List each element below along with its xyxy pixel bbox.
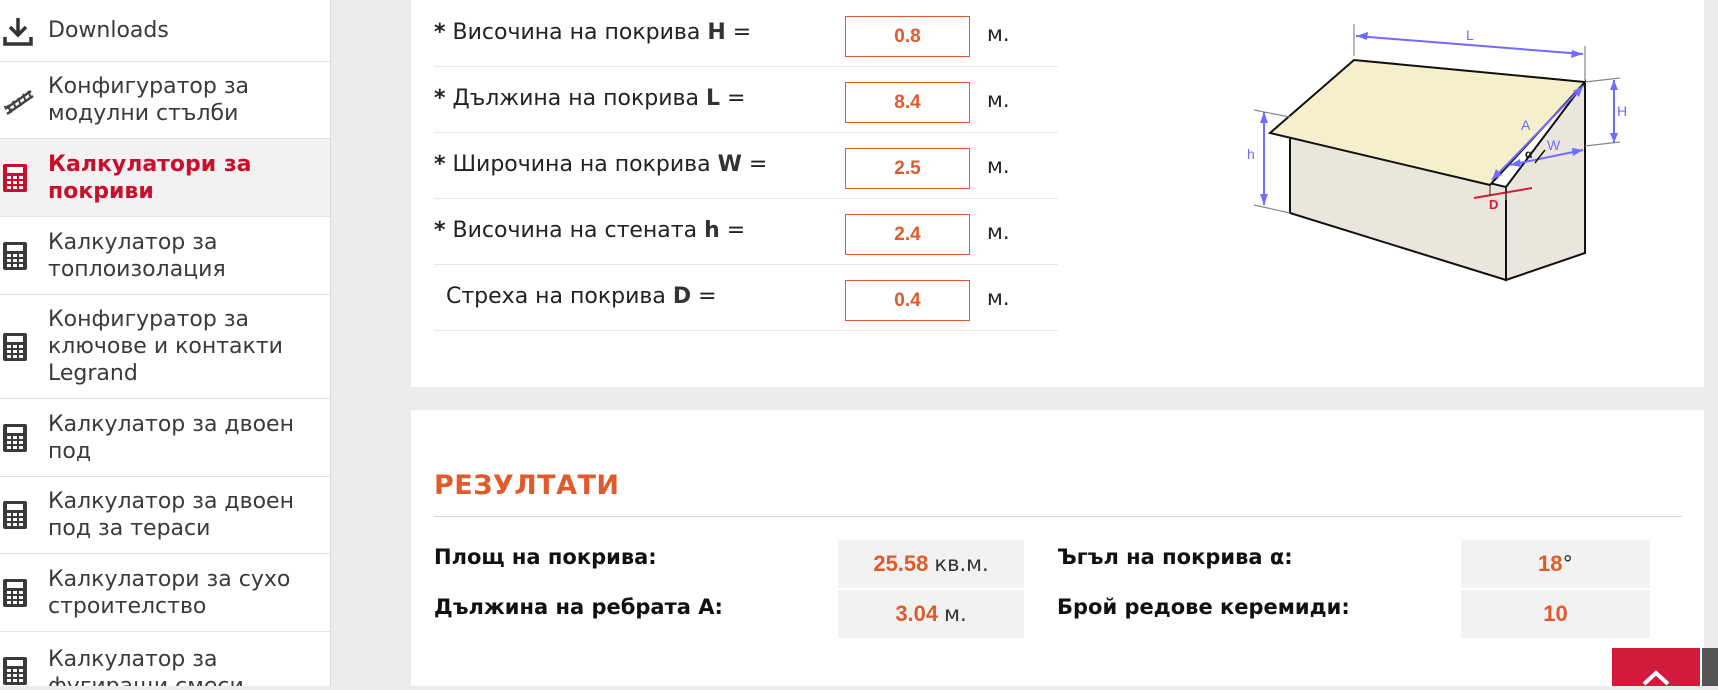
stairs-icon — [0, 83, 48, 117]
roof-angle-label: Ъгъл на покрива α: — [1057, 545, 1293, 569]
rafter-length-label: Дължина на ребрата А: — [434, 595, 723, 619]
roof-area-value: 25.58 — [873, 551, 929, 576]
diagram-label-A: A — [1521, 117, 1531, 133]
sidebar-item-label: Калкулатор за топлоизолация — [48, 229, 226, 282]
input-row-roof-eave: Стреха на покрива D = м. — [434, 266, 1058, 331]
results-title: РЕЗУЛТАТИ — [434, 470, 620, 501]
wall-height-input[interactable] — [845, 214, 970, 255]
roof-eave-label: Стреха на покрива D = — [446, 284, 717, 309]
diagram-label-h: h — [1247, 146, 1255, 162]
input-row-roof-width: * Широчина на покрива W = м. — [434, 134, 1058, 199]
sidebar-item-downloads[interactable]: Downloads — [0, 0, 330, 62]
calculator-icon — [0, 646, 48, 686]
unit-label: м. — [987, 286, 1010, 310]
wall-height-label: * Височина на стената h = — [434, 218, 746, 243]
scroll-to-top-button[interactable] — [1612, 648, 1700, 686]
sidebar-item-grouts[interactable]: Калкулатор за фугиращи смеси — [0, 632, 330, 686]
roof-height-input[interactable] — [845, 16, 970, 57]
calculator-icon — [0, 423, 48, 453]
sidebar-item-label: Конфигуратор за ключове и контакти Legra… — [48, 307, 283, 386]
download-icon — [0, 15, 48, 47]
sidebar-item-double-floor[interactable]: Калкулатор за двоен под — [0, 399, 330, 477]
sidebar-item-label: Downloads — [48, 18, 169, 43]
results-divider — [434, 516, 1682, 517]
roof-area-label: Площ на покрива: — [434, 545, 657, 569]
rafter-length-result: 3.04 м. — [838, 590, 1024, 638]
calculator-icon — [0, 332, 48, 362]
calculator-icon — [0, 578, 48, 608]
roof-area-result: 25.58 кв.м. — [838, 540, 1024, 588]
diagram-label-W: W — [1547, 137, 1561, 153]
roof-height-label: * Височина на покрива H = — [434, 20, 752, 45]
chevron-up-icon — [1642, 670, 1670, 686]
input-row-roof-length: * Дължина на покрива L = м. — [434, 68, 1058, 133]
tile-rows-result: 10 — [1461, 590, 1650, 638]
diagram-label-L: L — [1466, 27, 1474, 43]
sidebar-item-stairs-configurator[interactable]: Конфигуратор за модулни стълби — [0, 62, 330, 139]
diagram-label-alpha: α — [1525, 147, 1533, 161]
rafter-length-value: 3.04 — [895, 601, 939, 626]
roof-length-input[interactable] — [845, 82, 970, 123]
calculator-icon — [0, 163, 48, 193]
sidebar-item-label: Калкулатор за двоен под — [48, 411, 294, 464]
diagram-label-D: D — [1489, 197, 1498, 212]
calculator-icon — [0, 241, 48, 271]
roof-angle-result: 18 ° — [1461, 540, 1650, 588]
sidebar-item-thermal-insulation[interactable]: Калкулатор за топлоизолация — [0, 217, 330, 295]
sidebar-item-roof-calculators[interactable]: Калкулатори за покриви — [0, 139, 330, 217]
sidebar-item-label: Калкулатори за покриви — [48, 151, 252, 204]
sidebar-item-label: Калкулатор за двоен под за тераси — [48, 489, 294, 541]
roof-width-label: * Широчина на покрива W = — [434, 152, 768, 177]
sidebar-item-legrand-configurator[interactable]: Конфигуратор за ключове и контакти Legra… — [0, 295, 330, 399]
roof-eave-input[interactable] — [845, 280, 970, 321]
sidebar-item-label: Калкулатор за фугиращи смеси — [48, 647, 244, 686]
sidebar-item-double-floor-terraces[interactable]: Калкулатор за двоен под за тераси — [0, 477, 330, 554]
input-row-wall-height: * Височина на стената h = м. — [434, 200, 1058, 265]
unit-label: м. — [987, 22, 1010, 46]
tile-rows-value: 10 — [1543, 601, 1568, 626]
unit-label: м. — [987, 220, 1010, 244]
tile-rows-label: Брой редове керемиди: — [1057, 595, 1350, 619]
sidebar-item-label: Конфигуратор за модулни стълби — [48, 74, 250, 126]
input-row-roof-height: * Височина на покрива H = м. — [434, 2, 1058, 67]
roof-width-input[interactable] — [845, 148, 970, 189]
diagram-label-H: H — [1617, 103, 1627, 119]
roof-angle-unit: ° — [1562, 552, 1573, 576]
roof-angle-value: 18 — [1538, 551, 1563, 576]
calculator-icon — [0, 500, 48, 530]
sidebar: Downloads Конфигуратор за модулни стълби… — [0, 0, 331, 686]
rafter-length-unit: м. — [944, 602, 967, 626]
page-scrollbar[interactable] — [1702, 648, 1718, 686]
sidebar-item-label: Калкулатори за сухо строителство — [48, 566, 291, 619]
roof-length-label: * Дължина на покрива L = — [434, 86, 746, 111]
sidebar-item-drywall[interactable]: Калкулатори за сухо строителство — [0, 554, 330, 632]
roof-area-unit: кв.м. — [934, 552, 989, 576]
unit-label: м. — [987, 88, 1010, 112]
unit-label: м. — [987, 154, 1010, 178]
roof-diagram: L h H A W α D — [1247, 24, 1627, 282]
